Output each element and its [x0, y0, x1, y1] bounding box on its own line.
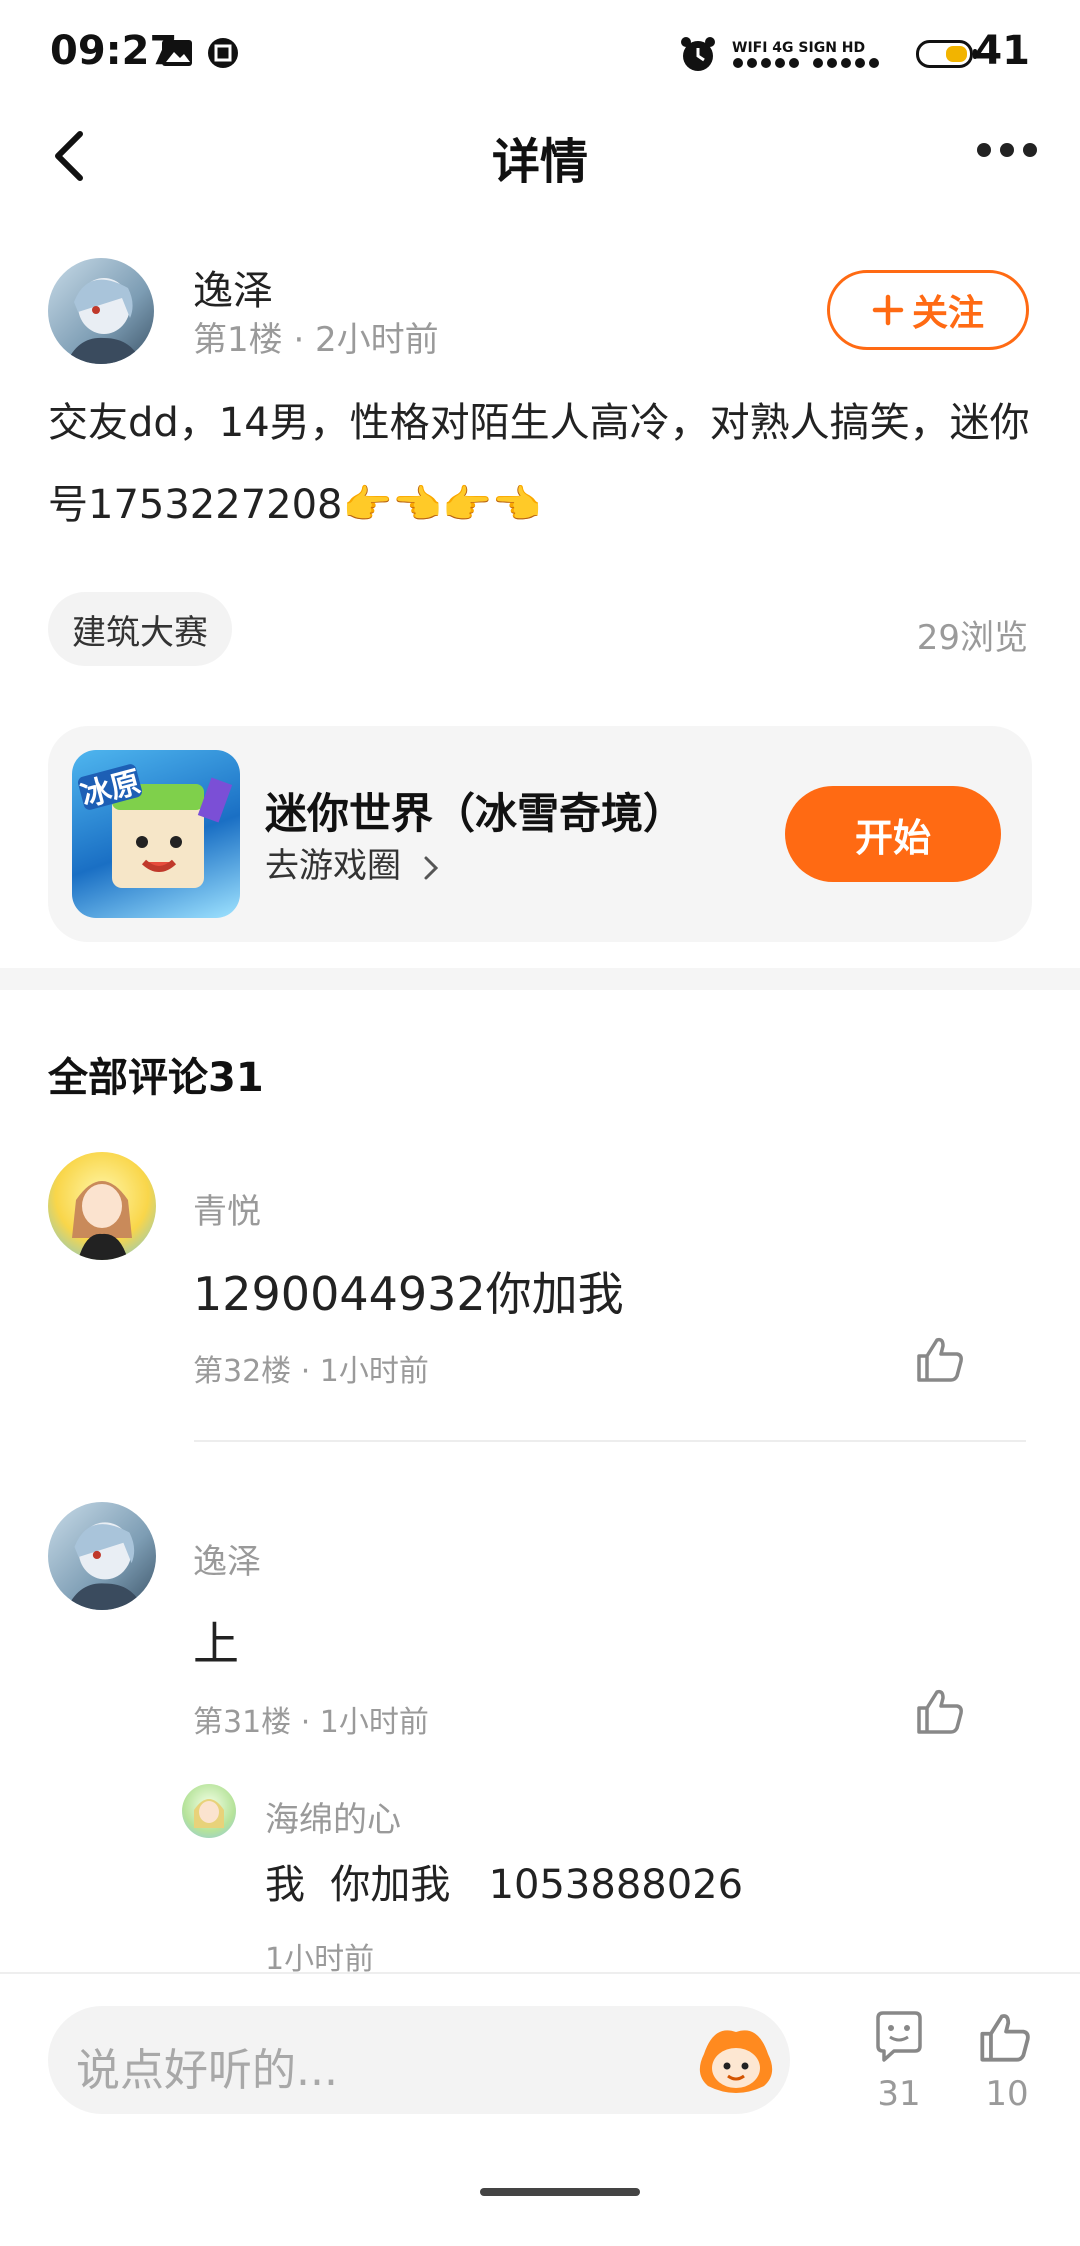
comment-meta: 第32楼 · 1小时前 [193, 1354, 429, 1389]
reply-author[interactable]: 海绵的心 [265, 1792, 401, 1841]
comment-author[interactable]: 青悦 [193, 1184, 261, 1233]
game-icon[interactable]: 冰原 [72, 750, 240, 918]
signal-dots-icon [733, 58, 879, 68]
more-options-icon[interactable] [974, 140, 1040, 160]
mascot-emoji-icon[interactable] [694, 2024, 778, 2096]
comment-text: 1290044932你加我 [193, 1267, 624, 1321]
alarm-icon [681, 37, 715, 71]
comment-meta: 第31楼 · 1小时前 [193, 1705, 429, 1740]
comments-header: 全部评论31 [48, 1055, 264, 1101]
thumbs-up-icon[interactable] [978, 2010, 1032, 2064]
post-content: 交友dd，14男，性格对陌生人高冷，对熟人搞笑，迷你号1753227208👉👈👉… [48, 400, 1030, 528]
network-indicators: WIFI 4G SIGN HD [732, 40, 866, 56]
app-notification-icon [208, 38, 238, 68]
image-notification-icon [162, 40, 192, 66]
start-game-button[interactable]: 开始 [785, 786, 1001, 882]
avatar-girl-icon [72, 1181, 132, 1260]
author-name[interactable]: 逸泽 [193, 258, 273, 316]
comment-count: 31 [877, 2074, 921, 2114]
game-circle-label: 去游戏圈 [265, 846, 401, 886]
battery-icon [916, 40, 977, 68]
view-count: 29浏览 [916, 618, 1028, 658]
comment-author[interactable]: 逸泽 [193, 1534, 261, 1583]
reply-text: 我 你加我 1053888026 [265, 1862, 744, 1908]
comment-text: 上 [193, 1617, 239, 1671]
battery-level: 41 [974, 28, 1030, 74]
like-count: 10 [985, 2074, 1029, 2114]
comment-avatar[interactable] [48, 1152, 156, 1260]
avatar-figure-icon [66, 1522, 144, 1610]
game-title[interactable]: 迷你世界（冰雪奇境） [265, 780, 685, 841]
follow-button[interactable]: 关注 [827, 270, 1029, 350]
avatar-girl-icon [194, 1799, 224, 1828]
avatar-figure-icon [66, 278, 142, 364]
topic-tag[interactable]: 建筑大赛 [48, 592, 232, 666]
thumbs-up-icon[interactable] [915, 1334, 965, 1384]
chevron-right-icon [424, 856, 438, 879]
game-circle-link[interactable]: 去游戏圈 [265, 838, 444, 887]
author-avatar[interactable] [48, 258, 154, 364]
status-time: 09:27 [50, 28, 178, 74]
comment-avatar[interactable] [48, 1502, 156, 1610]
post-meta: 第1楼 · 2小时前 [193, 320, 439, 360]
section-separator [0, 968, 1080, 990]
follow-label: 关注 [911, 293, 984, 334]
status-bar: 09:27 WIFI 4G SIGN HD 41 [0, 0, 1080, 100]
page-title: 详情 [491, 134, 588, 190]
reply-avatar[interactable] [182, 1784, 236, 1838]
comment-bubble-icon[interactable] [872, 2010, 926, 2064]
home-indicator[interactable] [480, 2188, 640, 2196]
comment-input-placeholder: 说点好听的... [76, 2045, 338, 2096]
thumbs-up-icon[interactable] [915, 1686, 965, 1736]
plus-icon [872, 294, 904, 326]
comment-divider [194, 1440, 1026, 1442]
